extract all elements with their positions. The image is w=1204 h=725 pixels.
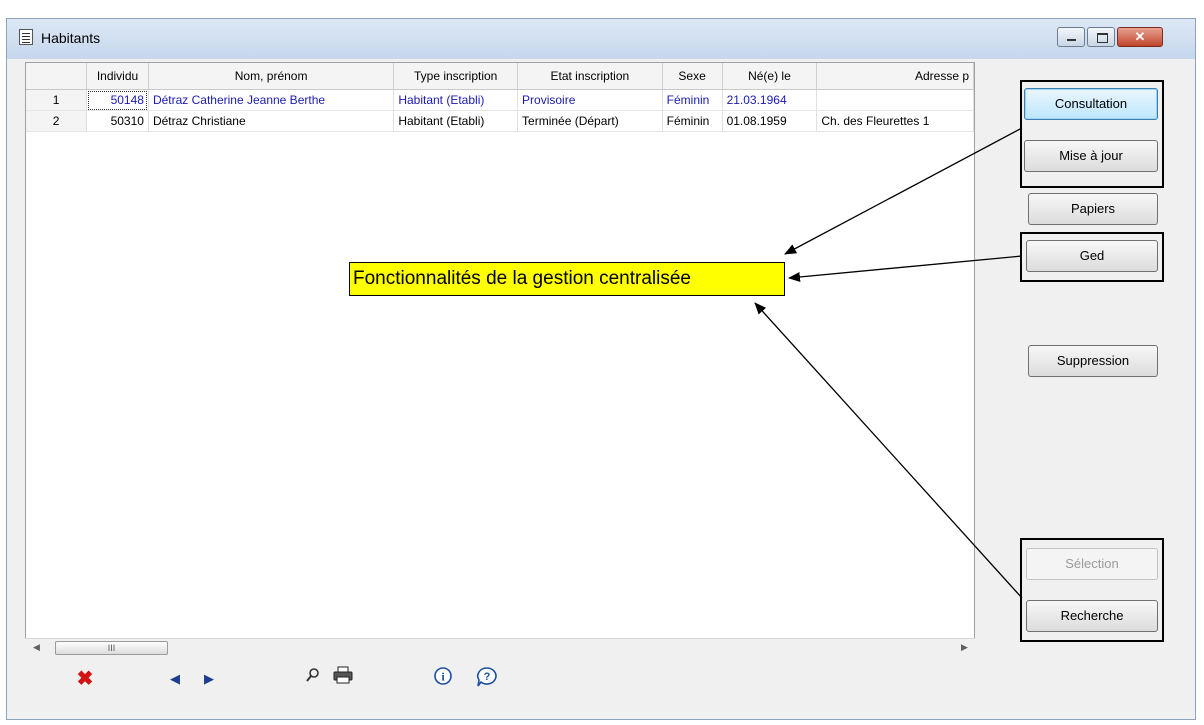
column-header-etat[interactable]: Etat inscription	[517, 63, 663, 90]
scrollbar-thumb[interactable]: III	[55, 641, 168, 655]
table-row[interactable]: 2 50310 Détraz Christiane Habitant (Etab…	[26, 110, 974, 132]
habitants-table: Individu Nom, prénom Type inscription Et…	[26, 63, 974, 132]
consultation-button[interactable]: Consultation	[1024, 88, 1158, 120]
next-icon[interactable]: ▶	[196, 666, 222, 692]
cell-adresse[interactable]: Ch. des Fleurettes 1	[816, 110, 974, 132]
svg-text:?: ?	[484, 671, 491, 683]
scroll-right-icon[interactable]: ▶	[961, 642, 968, 653]
bottom-toolbar: ✖ ◀ ▶ i ?	[0, 660, 1204, 702]
column-header-individu[interactable]: Individu	[86, 63, 149, 90]
column-header-adresse[interactable]: Adresse p	[816, 63, 974, 90]
recherche-button[interactable]: Recherche	[1026, 600, 1158, 632]
scroll-left-icon[interactable]: ◀	[33, 642, 40, 653]
info-icon[interactable]: i	[430, 666, 456, 692]
table-header: Individu Nom, prénom Type inscription Et…	[26, 63, 974, 90]
cell-nom[interactable]: Détraz Christiane	[148, 110, 395, 132]
row-number: 1	[26, 89, 88, 111]
cell-type[interactable]: Habitant (Etabli)	[393, 89, 519, 111]
title-bar: Habitants ✕	[7, 19, 1195, 59]
cell-nom[interactable]: Détraz Catherine Jeanne Berthe	[148, 89, 395, 111]
suppression-button[interactable]: Suppression	[1028, 345, 1158, 377]
close-icon: ✕	[1134, 29, 1146, 44]
column-header-nom[interactable]: Nom, prénom	[148, 63, 395, 90]
papiers-button[interactable]: Papiers	[1028, 193, 1158, 225]
maximize-button[interactable]	[1087, 27, 1115, 47]
table-row[interactable]: 1 50148 Détraz Catherine Jeanne Berthe H…	[26, 89, 974, 111]
row-number: 2	[26, 110, 88, 132]
close-red-icon[interactable]: ✖	[72, 666, 98, 692]
cell-adresse[interactable]	[816, 89, 974, 111]
cell-etat[interactable]: Provisoire	[517, 89, 663, 111]
minimize-icon	[1067, 39, 1076, 41]
cell-sexe[interactable]: Féminin	[662, 110, 723, 132]
column-header-type[interactable]: Type inscription	[393, 63, 519, 90]
ged-button[interactable]: Ged	[1026, 240, 1158, 272]
cell-individu[interactable]: 50148	[86, 89, 149, 111]
window-title: Habitants	[41, 30, 101, 46]
help-icon[interactable]: ?	[474, 666, 500, 692]
close-window-button[interactable]: ✕	[1117, 27, 1163, 47]
selection-button: Sélection	[1026, 548, 1158, 580]
minimize-button[interactable]	[1057, 27, 1085, 47]
search-icon[interactable]	[300, 666, 326, 692]
cell-etat[interactable]: Terminée (Départ)	[517, 110, 663, 132]
column-header-sexe[interactable]: Sexe	[662, 63, 723, 90]
previous-icon[interactable]: ◀	[162, 666, 188, 692]
column-header-rownum	[26, 63, 88, 90]
cell-sexe[interactable]: Féminin	[662, 89, 723, 111]
cell-ne-le[interactable]: 21.03.1964	[722, 89, 818, 111]
print-icon[interactable]	[330, 666, 356, 692]
mise-a-jour-button[interactable]: Mise à jour	[1024, 140, 1158, 172]
horizontal-scrollbar[interactable]: ◀ III ▶	[25, 638, 975, 657]
habitants-grid[interactable]: Individu Nom, prénom Type inscription Et…	[25, 62, 975, 657]
cell-ne-le[interactable]: 01.08.1959	[722, 110, 818, 132]
column-header-ne-le[interactable]: Né(e) le	[722, 63, 818, 90]
maximize-icon	[1097, 33, 1108, 43]
cell-type[interactable]: Habitant (Etabli)	[393, 110, 519, 132]
callout-label: Fonctionnalités de la gestion centralisé…	[349, 262, 785, 296]
document-icon	[19, 29, 33, 45]
cell-individu[interactable]: 50310	[86, 110, 149, 132]
